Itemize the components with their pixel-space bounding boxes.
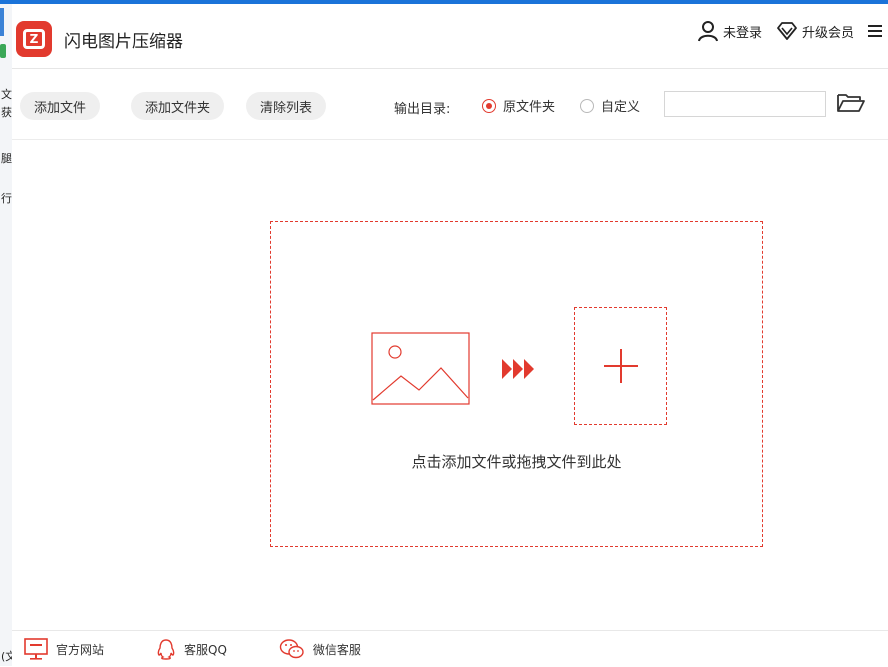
app-title: 闪电图片压缩器 xyxy=(64,32,183,52)
login-button[interactable]: 未登录 xyxy=(697,20,762,42)
background-text-fragment: 行 xyxy=(1,192,12,205)
monitor-icon xyxy=(24,638,48,660)
background-window-badge xyxy=(0,44,6,58)
output-path-input[interactable] xyxy=(664,91,826,117)
footer: 官方网站 客服QQ 微信客服 xyxy=(12,630,888,667)
customer-service-qq-link[interactable]: 客服QQ xyxy=(156,638,227,660)
radio-custom[interactable]: 自定义 xyxy=(580,96,640,115)
background-window-accent xyxy=(0,8,4,36)
user-icon xyxy=(697,21,718,42)
add-folder-button[interactable]: 添加文件夹 xyxy=(131,92,225,120)
toolbar: 添加文件 添加文件夹 清除列表 输出目录: 原文件夹 自定义 xyxy=(12,69,888,140)
radio-original-folder[interactable]: 原文件夹 xyxy=(482,96,555,115)
menu-icon xyxy=(868,25,882,37)
folder-open-icon xyxy=(837,94,865,112)
menu-button[interactable] xyxy=(868,23,882,39)
lightning-compress-logo-icon: Z xyxy=(16,21,52,57)
upgrade-label: 升级会员 xyxy=(801,25,854,41)
diamond-icon xyxy=(777,22,797,40)
radio-original-label: 原文件夹 xyxy=(503,100,556,115)
plus-icon xyxy=(603,349,638,383)
login-label: 未登录 xyxy=(722,25,762,41)
browse-folder-button[interactable] xyxy=(836,91,866,117)
user-area: 未登录 升级会员 xyxy=(697,18,882,44)
image-icon xyxy=(371,332,470,405)
wechat-service-label: 微信客服 xyxy=(312,642,361,657)
official-website-link[interactable]: 官方网站 xyxy=(24,638,104,660)
add-file-button[interactable]: 添加文件 xyxy=(20,92,101,120)
qq-penguin-icon xyxy=(157,639,175,660)
radio-dot xyxy=(580,98,594,113)
radio-dot xyxy=(482,98,496,113)
app-window: Z 闪电图片压缩器 未登录 升级会员 添加文件 添加文件夹 清除列表 输出目录:… xyxy=(12,4,888,666)
drop-hint-text: 点击添加文件或拖拽文件到此处 xyxy=(411,453,622,471)
triple-arrow-icon xyxy=(502,359,534,379)
customer-service-qq-label: 客服QQ xyxy=(184,642,227,657)
title-bar: Z 闪电图片压缩器 未登录 升级会员 xyxy=(12,4,888,69)
background-text-fragment: 文 xyxy=(1,88,12,101)
wechat-service-link[interactable]: 微信客服 xyxy=(279,638,361,660)
official-website-label: 官方网站 xyxy=(56,642,105,657)
wechat-icon xyxy=(279,639,304,659)
add-file-box[interactable] xyxy=(574,307,667,425)
output-dir-label: 输出目录: xyxy=(394,102,451,117)
background-text-fragment: 腿 xyxy=(1,152,12,165)
file-drop-zone[interactable]: 点击添加文件或拖拽文件到此处 xyxy=(270,221,763,547)
radio-custom-label: 自定义 xyxy=(601,100,641,115)
background-text-fragment: 获 xyxy=(1,106,12,119)
clear-list-button[interactable]: 清除列表 xyxy=(246,92,327,120)
upgrade-member-button[interactable]: 升级会员 xyxy=(776,21,854,41)
